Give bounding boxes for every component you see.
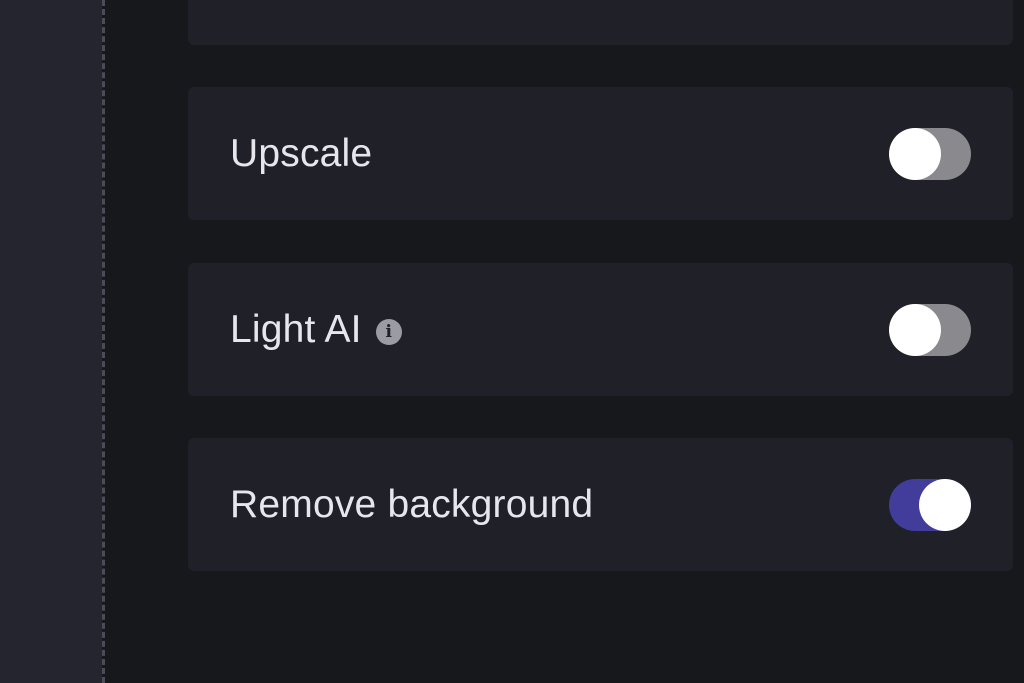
left-sidebar	[0, 0, 102, 683]
light-ai-label: Light AI	[230, 307, 362, 351]
remove-background-label: Remove background	[230, 482, 594, 526]
setting-row-remove-background: Remove background	[188, 438, 1013, 571]
upscale-toggle[interactable]	[889, 127, 971, 180]
toggle-knob	[889, 303, 941, 356]
settings-panel: Upscale Light AI i Remove background	[0, 0, 1024, 683]
partial-settings-card	[188, 0, 1013, 45]
setting-row-light-ai: Light AI i	[188, 263, 1013, 396]
light-ai-toggle[interactable]	[889, 303, 971, 356]
toggle-knob	[919, 478, 971, 531]
sidebar-divider[interactable]	[102, 0, 105, 683]
upscale-label: Upscale	[230, 131, 373, 175]
toggle-knob	[889, 127, 941, 180]
info-icon[interactable]: i	[375, 318, 402, 345]
remove-background-toggle[interactable]	[889, 478, 971, 531]
setting-row-upscale: Upscale	[188, 87, 1013, 220]
